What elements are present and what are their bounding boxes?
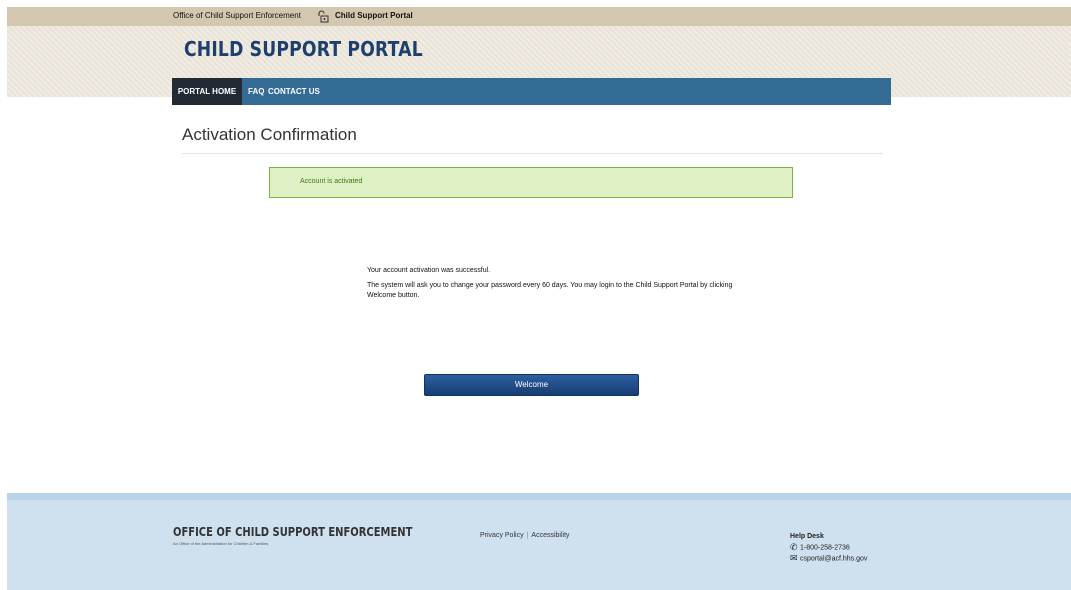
success-alert: Account is activated: [269, 167, 793, 198]
footer-link-separator: |: [526, 532, 529, 539]
title-divider: [182, 153, 883, 154]
breadcrumb-office-link[interactable]: Office of Child Support Enforcement: [173, 11, 301, 20]
help-desk-phone: 1-800-258-2736: [800, 544, 850, 552]
activation-message: Your account activation was successful. …: [367, 266, 737, 306]
ocse-logo-subtitle: An Office of the Administration for Chil…: [173, 541, 269, 546]
help-desk-title: Help Desk: [790, 533, 824, 540]
phone-icon: ✆: [790, 542, 798, 552]
activation-message-line-1: Your account activation was successful.: [367, 267, 491, 274]
nav-contact-us[interactable]: CONTACT US: [268, 78, 320, 105]
ocse-logo-text[interactable]: OFFICE OF CHILD SUPPORT ENFORCEMENT: [173, 525, 412, 539]
privacy-policy-link[interactable]: Privacy Policy: [480, 532, 524, 539]
accessibility-link[interactable]: Accessibility: [531, 532, 569, 539]
welcome-button[interactable]: Welcome: [424, 374, 639, 396]
help-desk: Help Desk ✆ 1-800-258-2736 ✉ csportal@acf.…: [790, 533, 867, 564]
page: Office of Child Support Enforcement Chil…: [7, 7, 1071, 590]
envelope-icon: ✉: [790, 553, 798, 563]
breadcrumb-portal-link[interactable]: Child Support Portal: [335, 11, 413, 20]
top-breadcrumb-bar: Office of Child Support Enforcement Chil…: [7, 7, 1071, 26]
activation-message-line-2: The system will ask you to change your p…: [367, 282, 733, 299]
success-alert-text: Account is activated: [300, 178, 363, 185]
page-title: Activation Confirmation: [182, 125, 357, 144]
nav-faq[interactable]: FAQ: [248, 78, 264, 105]
main-nav: PORTAL HOME FAQ CONTACT US: [172, 78, 891, 105]
help-desk-phone-row: ✆ 1-800-258-2736: [790, 542, 867, 553]
site-footer: OFFICE OF CHILD SUPPORT ENFORCEMENT An O…: [7, 493, 1071, 590]
portal-logo-title[interactable]: CHILD SUPPORT PORTAL: [184, 37, 423, 61]
help-desk-email[interactable]: csportal@acf.hhs.gov: [800, 555, 867, 562]
nav-portal-home[interactable]: PORTAL HOME: [172, 78, 242, 105]
lock-icon: [318, 10, 329, 23]
footer-stripe: [7, 493, 1071, 500]
help-desk-email-row: ✉ csportal@acf.hhs.gov: [790, 553, 867, 564]
footer-links: Privacy Policy | Accessibility: [480, 532, 570, 539]
